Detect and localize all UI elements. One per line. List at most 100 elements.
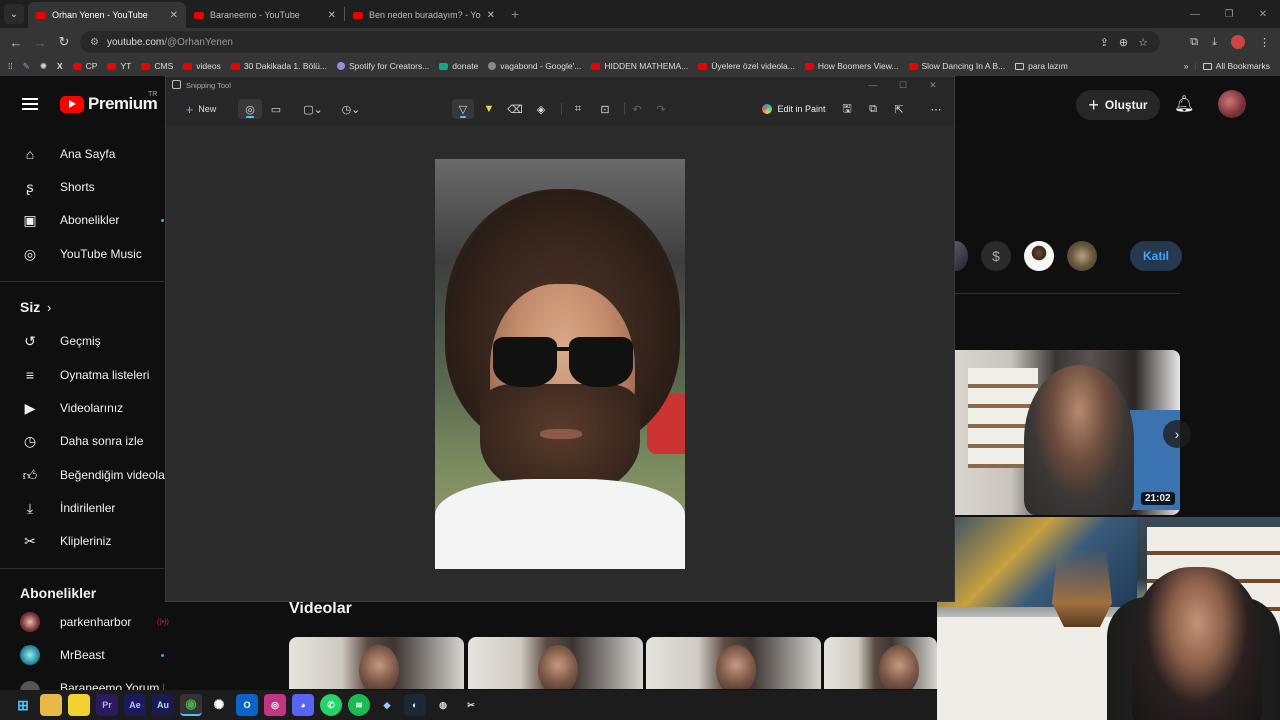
downloads-icon[interactable]: ⤓ [1212,36,1217,49]
chevron-right-icon[interactable]: › [1163,420,1191,448]
sidebar-item-history[interactable]: ↺ Geçmiş [0,326,164,356]
file-explorer-icon[interactable] [40,694,62,716]
member-badge[interactable] [1067,241,1097,271]
save-icon[interactable]: 🖫︎ [836,99,858,119]
tab-baraneemo[interactable]: Baraneemo - YouTube ✕ [186,2,344,28]
tab-search-button[interactable]: ⌄ [4,4,24,24]
snip-shape-dropdown-icon[interactable]: ▢⌄ [300,99,326,119]
site-info-icon[interactable]: ⚙ [90,37,99,48]
user-avatar[interactable] [1218,90,1246,118]
hamburger-menu-icon[interactable] [22,98,38,110]
sidebar-item-shorts[interactable]: ʂ Shorts [0,172,164,202]
ballpoint-pen-icon[interactable]: ▽ [452,99,474,119]
app-icon[interactable]: ◆ [376,694,398,716]
bookmark-item[interactable]: Slow Dancing In A B... [908,61,1005,71]
more-options-icon[interactable]: ⋯ [924,99,948,119]
menu-icon[interactable]: ⋮ [1259,36,1270,49]
screenshot-mode-icon[interactable]: ◎ [238,99,262,119]
join-button[interactable]: Katıl [1130,241,1182,271]
sidebar-item-subscriptions[interactable]: ▣ Abonelikler [0,205,164,235]
after-effects-icon[interactable]: Ae [124,694,146,716]
snip-canvas[interactable] [166,125,954,601]
back-icon[interactable]: ← [4,35,28,50]
whatsapp-icon[interactable]: ✆ [320,694,342,716]
member-badge[interactable]: $ [981,241,1011,271]
profile-avatar[interactable] [1231,35,1245,49]
close-tab-icon[interactable]: ✕ [170,10,178,21]
shapes-icon[interactable]: ◈ [530,99,552,119]
chatgpt-icon[interactable]: ✺ [208,694,230,716]
highlighter-icon[interactable]: ▼ [478,99,500,119]
sidebar-channel-parkenharbor[interactable]: parkenharbor ((•)) [0,607,169,637]
bookmark-openai-icon[interactable]: ✺ [40,61,47,72]
windows-start-icon[interactable]: ⊞ [12,694,34,716]
sidebar-item-home[interactable]: ⌂ Ana Sayfa [0,139,164,169]
redo-icon[interactable]: ↷ [650,99,672,119]
bookmark-folder[interactable]: para lazım [1015,61,1068,71]
all-bookmarks-button[interactable]: All Bookmarks [1202,61,1270,71]
steam-icon[interactable]: ◐ [404,694,426,716]
bookmark-item[interactable]: CP [72,61,97,71]
new-tab-icon[interactable]: + [511,6,519,22]
crop-icon[interactable]: ⌗ [567,99,589,119]
bookmark-item[interactable]: YT [107,61,131,71]
featured-video-thumbnail[interactable] [954,350,1180,515]
audition-icon[interactable]: Au [152,694,174,716]
sidebar-item-downloads[interactable]: ⤓ İndirilenler [0,493,164,523]
tab-orhan-yenen[interactable]: Orhan Yenen - YouTube ✕ [28,2,186,28]
sticky-notes-icon[interactable] [68,694,90,716]
bookmark-item[interactable]: 30 Dakikada 1. Bölü... [230,61,327,71]
new-snip-button[interactable]: + New [176,99,226,119]
video-thumbnail[interactable] [646,637,821,689]
sidebar-item-your-videos[interactable]: ▶ Videolarınız [0,393,164,423]
copy-icon[interactable]: ⧉ [862,99,884,119]
sidebar-item-watch-later[interactable]: ◷ Daha sonra izle [0,426,164,456]
bookmark-item[interactable]: Spotify for Creators... [336,61,429,71]
zoom-icon[interactable]: ⊕ [1119,36,1128,49]
youtube-premium-logo[interactable]: Premium TR [60,91,158,114]
reload-icon[interactable]: ↻ [52,34,76,50]
sidebar-channel-baraneemo[interactable]: Baraneemo Yorum K [0,673,164,690]
chrome-icon[interactable]: ◉ [180,694,202,716]
bookmark-extension-icon[interactable]: ✎ [23,61,30,72]
sidebar-item-music[interactable]: ◎ YouTube Music [0,239,164,269]
spotify-icon[interactable]: ≋ [348,694,370,716]
share-icon[interactable]: ⇱ [888,99,910,119]
premiere-icon[interactable]: Pr [96,694,118,716]
close-tab-icon[interactable]: ✕ [487,10,495,21]
sidebar-item-playlists[interactable]: ≡ Oynatma listeleri [0,360,164,390]
bookmark-x-icon[interactable]: X [57,61,63,71]
video-thumbnail[interactable] [468,637,643,689]
more-bookmarks-icon[interactable]: » [1184,61,1189,71]
edit-in-paint-button[interactable]: Edit in Paint [758,99,830,119]
tab-ben-neden[interactable]: Ben neden buradayım? - YouTu ✕ [345,2,503,28]
close-window-icon[interactable]: ✕ [1246,9,1280,20]
discord-icon[interactable]: ◕ [292,694,314,716]
video-thumbnail[interactable] [289,637,464,689]
install-app-icon[interactable]: ⇪ [1100,36,1109,49]
undo-icon[interactable]: ↶ [626,99,648,119]
minimize-icon[interactable]: — [1178,9,1212,20]
apps-icon[interactable]: ⁞⁞ [8,61,13,71]
member-badge[interactable] [1024,241,1054,271]
video-thumbnail[interactable] [824,637,937,689]
create-button[interactable]: + Oluştur [1076,90,1160,120]
minimize-icon[interactable]: — [858,80,888,90]
close-tab-icon[interactable]: ✕ [328,10,336,21]
bookmark-item[interactable]: HIDDEN MATHEMA... [591,61,688,71]
eraser-icon[interactable]: ⌫ [504,99,526,119]
video-mode-icon[interactable]: ▭ [264,99,288,119]
maximize-icon[interactable]: ❐ [1212,9,1246,20]
sidebar-channel-mrbeast[interactable]: MrBeast [0,640,164,670]
bookmark-item[interactable]: How Boomers View... [804,61,899,71]
address-bar[interactable]: ⚙ youtube.com/@OrhanYenen [80,31,1160,53]
bookmark-item[interactable]: Üyelere özel videola... [698,61,795,71]
sidebar-you-header[interactable]: Siz › [0,292,164,322]
bookmark-item[interactable]: vagabond - Google'... [488,61,581,71]
obs-icon[interactable]: ◍ [432,694,454,716]
forward-icon[interactable]: → [28,35,52,50]
delay-timer-dropdown-icon[interactable]: ◷⌄ [338,99,364,119]
close-window-icon[interactable]: ✕ [918,80,948,91]
bookmark-item[interactable]: CMS [141,61,173,71]
bookmark-item[interactable]: videos [183,61,221,71]
